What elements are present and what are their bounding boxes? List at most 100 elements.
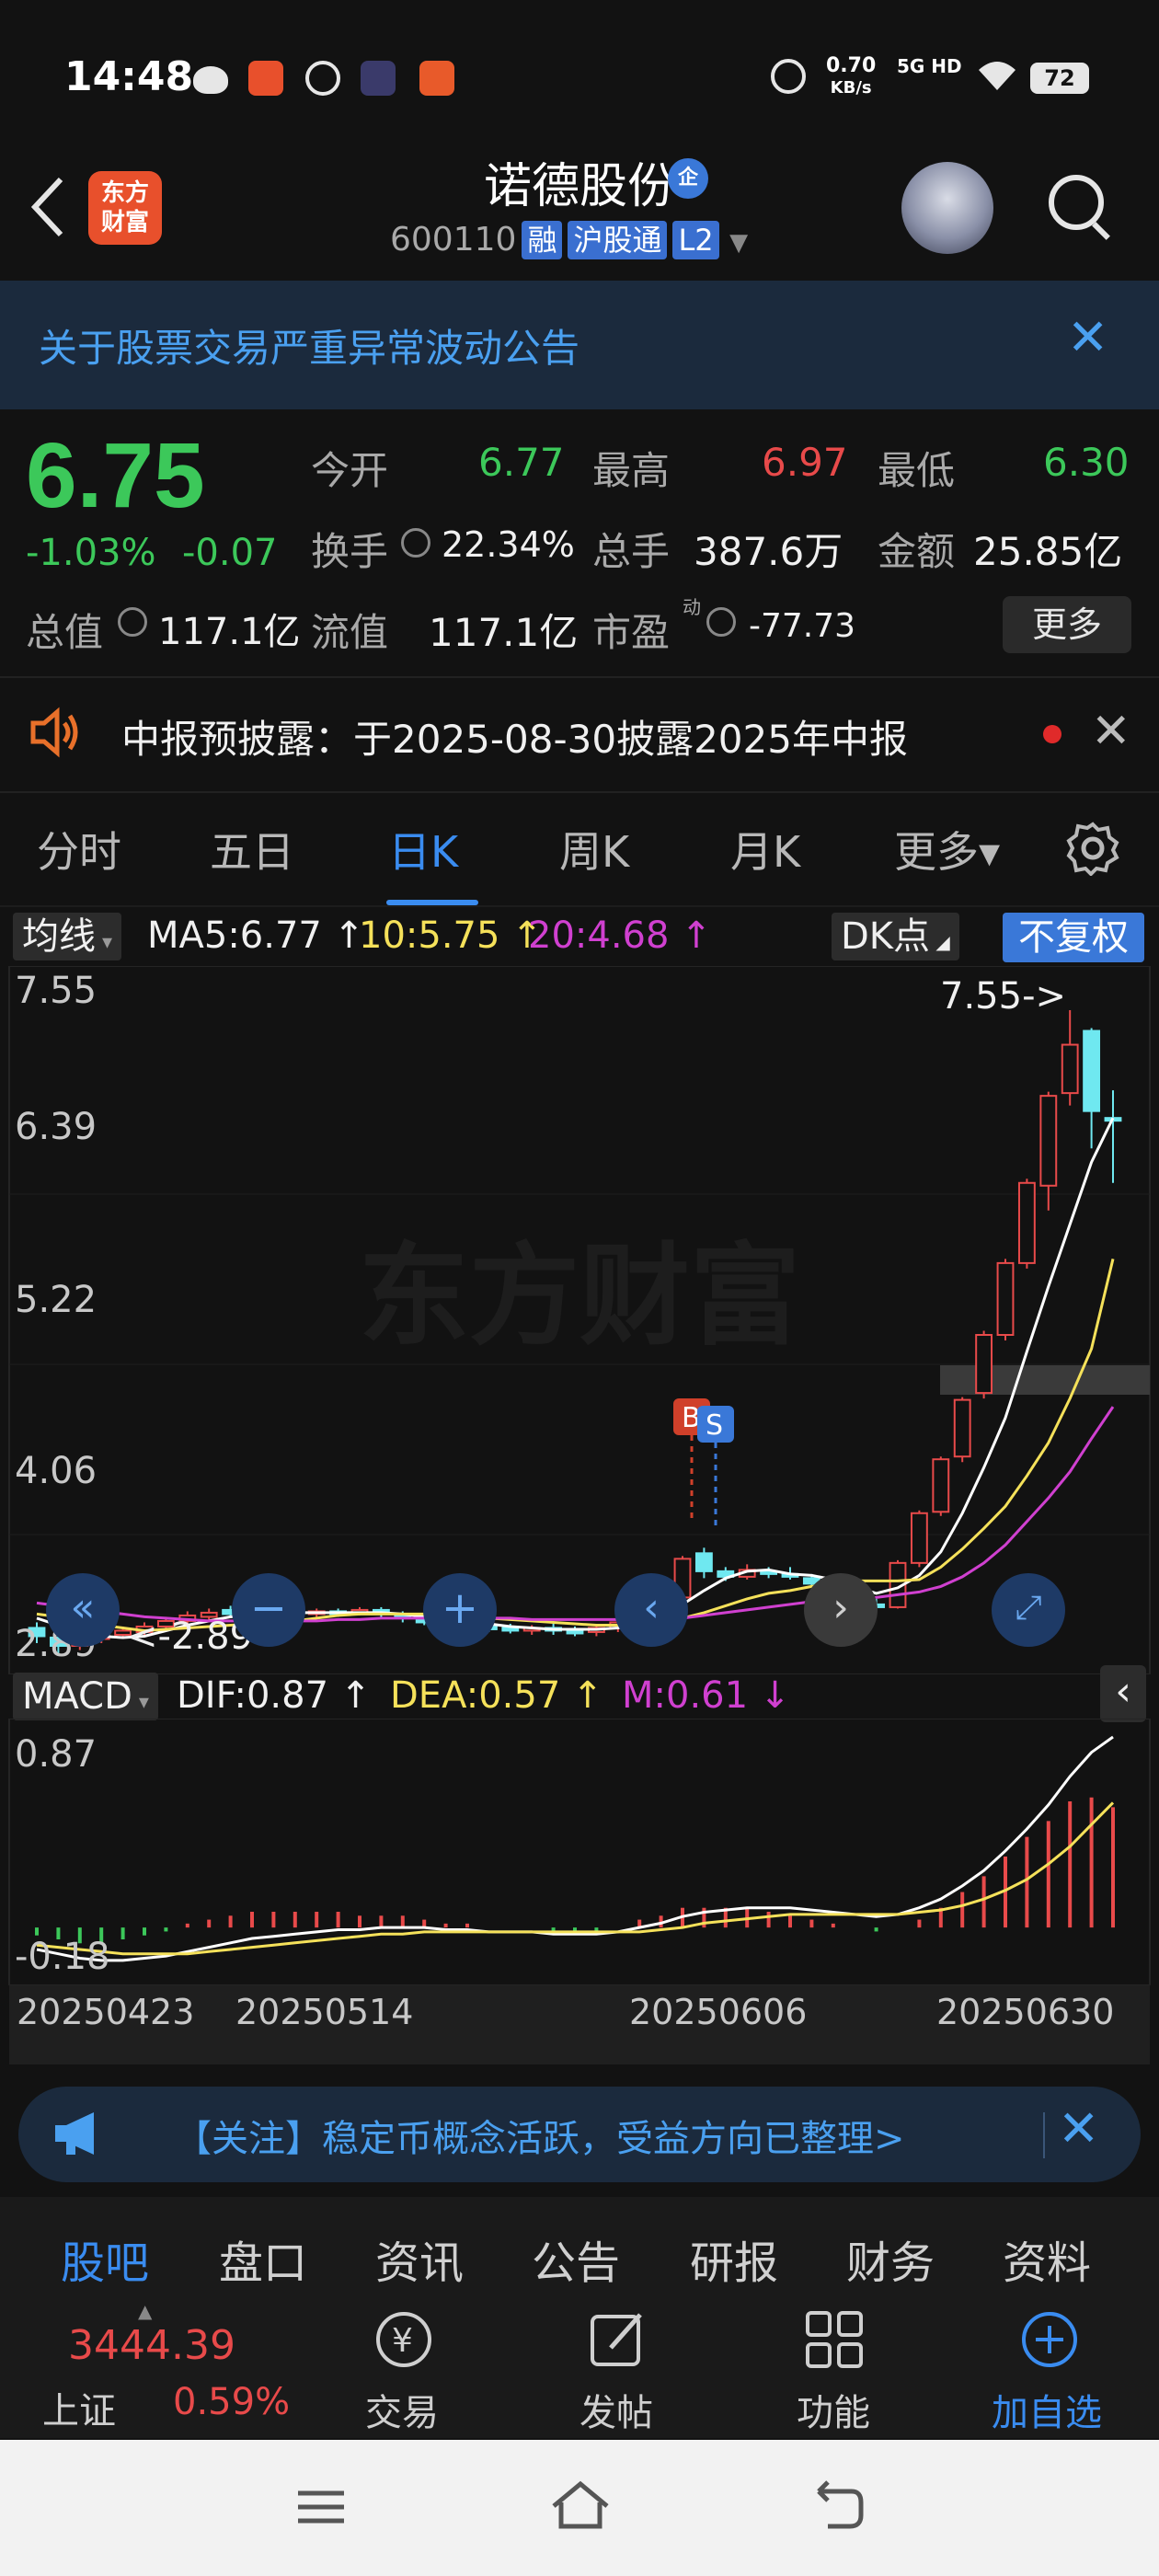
fullscreen-icon[interactable]: ⤢ (992, 1573, 1065, 1647)
tab-research[interactable]: 研报 (690, 2226, 778, 2291)
dk-point-toggle[interactable]: DK点 ◢ (832, 913, 959, 960)
back-icon[interactable] (806, 2475, 870, 2539)
tab-announcements[interactable]: 公告 (532, 2226, 620, 2291)
tab-weekly-k[interactable]: 周K (559, 819, 629, 880)
sell-marker-label: S (706, 1409, 723, 1442)
candle[interactable] (996, 1261, 1015, 1337)
divider (0, 676, 1159, 678)
tab-news[interactable]: 资讯 (375, 2226, 464, 2291)
candle[interactable] (501, 1627, 520, 1632)
app-notification-icon (248, 61, 283, 96)
tab-profile[interactable]: 资料 (1003, 2226, 1091, 2291)
info-icon[interactable] (118, 607, 147, 637)
trade-label[interactable]: 交易 (365, 2383, 439, 2436)
collapse-panel-button[interactable]: ‹ (1100, 1665, 1146, 1722)
info-icon[interactable] (401, 528, 430, 558)
tab-financials[interactable]: 财务 (846, 2226, 935, 2291)
ma5-value: MA5:6.77 ↑ (147, 914, 365, 957)
speaker-icon (28, 707, 83, 758)
macd-chart[interactable]: 0.87 -0.18 (0, 1718, 1159, 1986)
tab-five-day[interactable]: 五日 (210, 819, 294, 880)
tab-order-book[interactable]: 盘口 (219, 2226, 307, 2291)
scroll-left-button[interactable]: ‹ (614, 1573, 688, 1647)
back-button[interactable] (26, 170, 81, 244)
assistant-robot-icon[interactable] (901, 162, 993, 254)
menu-icon[interactable] (289, 2475, 353, 2539)
open-label: 今开 (311, 448, 389, 493)
candle[interactable] (910, 1512, 928, 1564)
connect-tag: 沪股通 (568, 221, 668, 259)
candle[interactable] (566, 1629, 584, 1635)
divider (0, 791, 1159, 793)
date-label: 20250514 (235, 1992, 414, 2032)
candle[interactable] (1017, 1181, 1036, 1264)
app-notification-icon (305, 61, 340, 96)
divider (1043, 2112, 1045, 2158)
edit-icon[interactable] (587, 2307, 651, 2372)
index-change[interactable]: 0.59% (173, 2381, 290, 2423)
grid-icon[interactable] (802, 2307, 866, 2372)
cloud-icon (193, 66, 228, 94)
stock-code-row: 600110 融沪股通 L2 ▼ (390, 221, 748, 263)
change-percent: -1.03% (26, 532, 156, 574)
candle[interactable] (975, 1334, 993, 1395)
add-watchlist-label[interactable]: 加自选 (992, 2383, 1102, 2436)
candle[interactable] (1039, 1095, 1058, 1187)
candle[interactable] (694, 1552, 713, 1572)
scroll-left-fast-button[interactable]: « (46, 1573, 120, 1647)
macd-y-label-max: 0.87 (15, 1733, 97, 1776)
close-icon[interactable]: ✕ (1067, 308, 1108, 366)
app-notification-icon (419, 61, 454, 96)
stock-code: 600110 (390, 221, 517, 259)
indicator-selector[interactable]: 均线 ▾ (13, 913, 122, 960)
clock: 14:48 (64, 53, 194, 100)
candle[interactable] (1061, 1043, 1079, 1095)
tab-forum[interactable]: 股吧 (61, 2226, 149, 2291)
interim-report-notice[interactable]: 中报预披露：于2025-08-30披露2025年中报 (121, 708, 908, 765)
candle[interactable] (953, 1398, 971, 1458)
svg-text:¥: ¥ (392, 2322, 413, 2360)
m-value: M:0.61 ↓ (622, 1674, 791, 1717)
macd-selector[interactable]: MACD ▾ (13, 1673, 158, 1720)
alarm-icon (771, 59, 806, 94)
tab-monthly-k[interactable]: 月K (730, 819, 800, 880)
candle[interactable] (1083, 1029, 1101, 1112)
search-icon[interactable] (1049, 175, 1104, 230)
function-label[interactable]: 功能 (797, 2383, 870, 2436)
gear-icon[interactable] (1065, 821, 1120, 877)
chevron-down-icon[interactable]: ▼ (729, 229, 748, 257)
add-circle-icon[interactable] (1017, 2307, 1082, 2372)
scroll-right-button[interactable]: › (804, 1573, 878, 1647)
announcement-text[interactable]: 关于股票交易严重异常波动公告 (39, 317, 580, 374)
float-cap-value: 117.1亿 (429, 610, 579, 655)
current-price: 6.75 (26, 424, 205, 527)
yuan-icon[interactable]: ¥ (372, 2307, 436, 2372)
close-icon[interactable]: ✕ (1058, 2099, 1099, 2157)
index-value[interactable]: 3444.39 (68, 2322, 235, 2369)
close-icon[interactable]: ✕ (1091, 704, 1131, 759)
zoom-in-button[interactable]: + (423, 1573, 497, 1647)
tab-intraday[interactable]: 分时 (37, 819, 121, 880)
high-value: 6.97 (762, 440, 848, 485)
more-button[interactable]: 更多 (1003, 596, 1131, 653)
enterprise-badge: 企 (668, 158, 708, 199)
home-icon[interactable] (548, 2475, 613, 2539)
y-label: 6.39 (15, 1106, 97, 1148)
low-label: 最低 (878, 448, 956, 493)
y-label: 5.22 (15, 1279, 97, 1321)
app-notification-icon (361, 61, 396, 96)
macd-y-label-min: -0.18 (15, 1936, 110, 1978)
index-name[interactable]: 上证 (42, 2381, 116, 2434)
tab-daily-k[interactable]: 日K (388, 819, 458, 880)
change-amount: -0.07 (182, 532, 278, 574)
candle[interactable] (932, 1458, 950, 1513)
adjust-toggle[interactable]: 不复权 (1003, 913, 1144, 962)
tab-more[interactable]: 更多▾ (894, 819, 1000, 880)
low-value: 6.30 (1043, 440, 1130, 485)
info-icon[interactable] (706, 607, 736, 637)
zoom-out-button[interactable]: − (232, 1573, 305, 1647)
post-label[interactable]: 发帖 (580, 2383, 653, 2436)
promo-text[interactable]: 【关注】稳定币概念活跃，受益方向已整理> (175, 2109, 905, 2162)
kline-chart[interactable]: 东方财富 7.55 6.39 5.22 4.06 2.89 7.55-> <-2… (0, 965, 1159, 1675)
margin-tag: 融 (522, 221, 563, 259)
